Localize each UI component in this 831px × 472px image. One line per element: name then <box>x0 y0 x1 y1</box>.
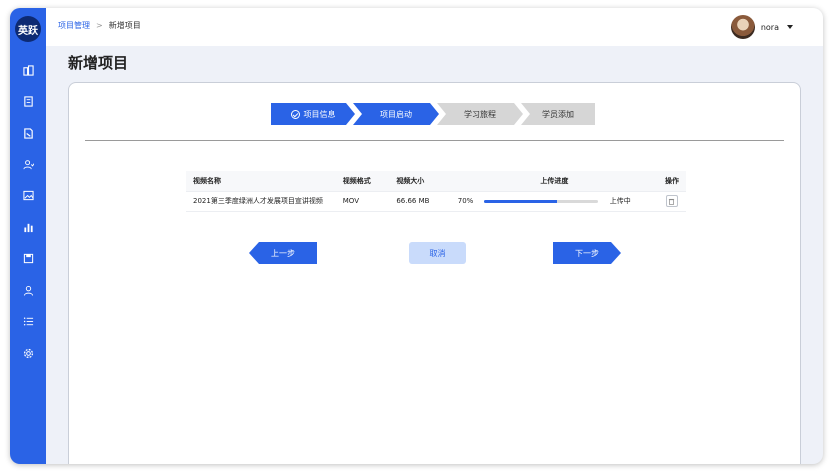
sidebar: 英跃 <box>10 8 46 464</box>
gear-icon[interactable] <box>20 345 36 361</box>
top-bar: 项目管理 > 新增项目 nora <box>46 8 823 46</box>
cancel-button[interactable]: 取消 <box>409 242 466 264</box>
table-row: 2021第三季度绿洲人才发展项目宣讲视频 MOV 66.66 MB 70% 上传… <box>186 191 686 212</box>
upload-status: 上传中 <box>609 197 631 205</box>
app-window: 英跃 项目管理 > 新增项目 nora 新增项目 项目信息 项目启动 学习旅程 … <box>10 8 823 464</box>
divider <box>85 140 784 141</box>
next-step-button[interactable]: 下一步 <box>553 242 621 264</box>
progress-group: 70% 上传中 <box>458 196 651 206</box>
app-logo[interactable]: 英跃 <box>15 16 41 42</box>
step-label: 项目启动 <box>380 109 412 119</box>
video-format-cell: MOV <box>335 191 390 212</box>
user-menu[interactable]: nora <box>730 15 793 39</box>
step-project-launch[interactable]: 项目启动 <box>353 103 439 125</box>
breadcrumb-current: 新增项目 <box>108 21 141 30</box>
video-size-cell: 66.66 MB <box>389 191 451 212</box>
step-project-info[interactable]: 项目信息 <box>271 103 355 125</box>
username[interactable]: nora <box>761 23 779 32</box>
save-icon[interactable] <box>20 250 36 266</box>
page-title: 新增项目 <box>68 54 129 72</box>
main-panel: 项目信息 项目启动 学习旅程 学员添加 视频名称 视频格式 视频大小 上传进度 … <box>68 82 801 464</box>
breadcrumb-separator-icon: > <box>96 21 103 30</box>
step-indicator: 项目信息 项目启动 学习旅程 学员添加 <box>271 103 595 125</box>
list-icon[interactable] <box>20 313 36 329</box>
breadcrumb-project-management[interactable]: 项目管理 <box>58 20 90 31</box>
video-name-cell: 2021第三季度绿洲人才发展项目宣讲视频 <box>186 191 336 212</box>
progress-percent: 70% <box>457 197 474 205</box>
column-header-format: 视频格式 <box>335 171 390 192</box>
previous-step-button[interactable]: 上一步 <box>249 242 317 264</box>
building-icon[interactable] <box>20 62 36 78</box>
step-label: 学员添加 <box>542 109 574 119</box>
step-learning-journey[interactable]: 学习旅程 <box>437 103 523 125</box>
video-table: 视频名称 视频格式 视频大小 上传进度 操作 2021第三季度绿洲人才发展项目宣… <box>186 171 686 212</box>
column-header-progress: 上传进度 <box>450 171 658 192</box>
avatar[interactable] <box>730 15 755 39</box>
delete-button[interactable] <box>665 195 678 207</box>
breadcrumb: 项目管理 > 新增项目 <box>58 20 141 31</box>
column-header-size: 视频大小 <box>389 171 451 192</box>
column-header-operation: 操作 <box>657 171 686 192</box>
trash-icon <box>669 198 675 205</box>
user-icon[interactable] <box>20 282 36 298</box>
step-label: 项目信息 <box>303 109 336 119</box>
bar-chart-icon[interactable] <box>20 219 36 235</box>
user-group-icon[interactable] <box>20 156 36 172</box>
table-header-row: 视频名称 视频格式 视频大小 上传进度 操作 <box>186 171 686 192</box>
step-add-learners[interactable]: 学员添加 <box>521 103 595 125</box>
operation-cell <box>657 191 686 212</box>
column-header-name: 视频名称 <box>186 171 336 192</box>
caret-down-icon[interactable] <box>787 25 793 29</box>
upload-progress-cell: 70% 上传中 <box>450 191 658 212</box>
image-icon[interactable] <box>20 187 36 203</box>
progress-bar-fill <box>483 199 557 203</box>
document-edit-icon[interactable] <box>20 125 36 141</box>
document-icon[interactable] <box>20 93 36 109</box>
step-label: 学习旅程 <box>464 109 496 119</box>
check-circle-icon <box>291 110 300 119</box>
progress-bar <box>483 199 598 203</box>
